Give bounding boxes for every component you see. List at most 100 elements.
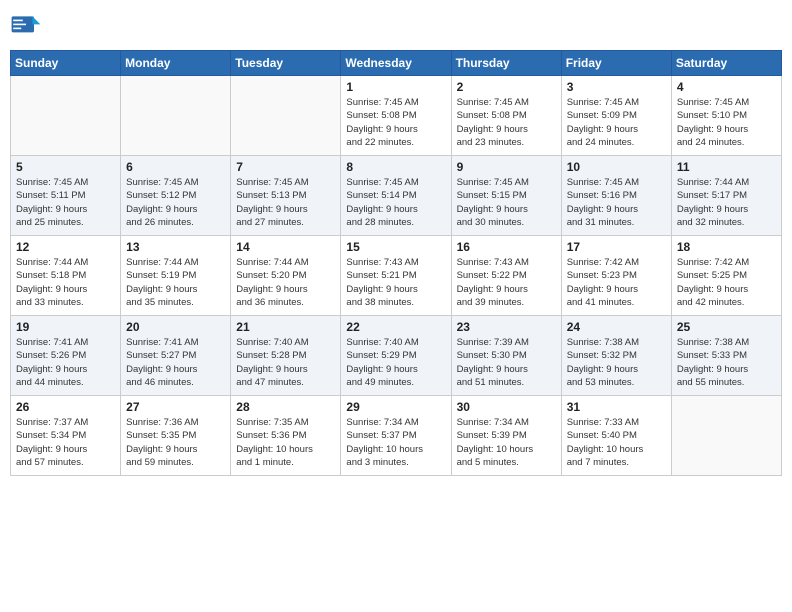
day-number: 12 (16, 240, 115, 254)
day-info: Sunrise: 7:44 AM Sunset: 5:17 PM Dayligh… (677, 176, 776, 229)
calendar-cell: 13 Sunrise: 7:44 AM Sunset: 5:19 PM Dayli… (121, 236, 231, 316)
day-number: 22 (346, 320, 445, 334)
day-info: Sunrise: 7:37 AM Sunset: 5:34 PM Dayligh… (16, 416, 115, 469)
weekday-header-thursday: Thursday (451, 51, 561, 76)
calendar-cell: 6 Sunrise: 7:45 AM Sunset: 5:12 PM Daylig… (121, 156, 231, 236)
header (10, 10, 782, 42)
day-number: 29 (346, 400, 445, 414)
day-info: Sunrise: 7:45 AM Sunset: 5:10 PM Dayligh… (677, 96, 776, 149)
calendar-cell: 5 Sunrise: 7:45 AM Sunset: 5:11 PM Daylig… (11, 156, 121, 236)
day-info: Sunrise: 7:41 AM Sunset: 5:26 PM Dayligh… (16, 336, 115, 389)
day-info: Sunrise: 7:36 AM Sunset: 5:35 PM Dayligh… (126, 416, 225, 469)
calendar-cell: 14 Sunrise: 7:44 AM Sunset: 5:20 PM Dayli… (231, 236, 341, 316)
day-number: 3 (567, 80, 666, 94)
day-number: 31 (567, 400, 666, 414)
day-number: 5 (16, 160, 115, 174)
day-number: 6 (126, 160, 225, 174)
week-row-5: 26 Sunrise: 7:37 AM Sunset: 5:34 PM Dayli… (11, 396, 782, 476)
calendar-cell: 30 Sunrise: 7:34 AM Sunset: 5:39 PM Dayli… (451, 396, 561, 476)
day-number: 19 (16, 320, 115, 334)
calendar-cell: 8 Sunrise: 7:45 AM Sunset: 5:14 PM Daylig… (341, 156, 451, 236)
day-number: 11 (677, 160, 776, 174)
weekday-header-row: SundayMondayTuesdayWednesdayThursdayFrid… (11, 51, 782, 76)
calendar-cell: 10 Sunrise: 7:45 AM Sunset: 5:16 PM Dayli… (561, 156, 671, 236)
day-info: Sunrise: 7:33 AM Sunset: 5:40 PM Dayligh… (567, 416, 666, 469)
day-info: Sunrise: 7:34 AM Sunset: 5:37 PM Dayligh… (346, 416, 445, 469)
calendar-cell: 11 Sunrise: 7:44 AM Sunset: 5:17 PM Dayli… (671, 156, 781, 236)
week-row-1: 1 Sunrise: 7:45 AM Sunset: 5:08 PM Daylig… (11, 76, 782, 156)
calendar-cell: 3 Sunrise: 7:45 AM Sunset: 5:09 PM Daylig… (561, 76, 671, 156)
day-info: Sunrise: 7:45 AM Sunset: 5:09 PM Dayligh… (567, 96, 666, 149)
page: SundayMondayTuesdayWednesdayThursdayFrid… (0, 0, 792, 612)
weekday-header-tuesday: Tuesday (231, 51, 341, 76)
weekday-header-friday: Friday (561, 51, 671, 76)
calendar-cell: 28 Sunrise: 7:35 AM Sunset: 5:36 PM Dayli… (231, 396, 341, 476)
day-info: Sunrise: 7:45 AM Sunset: 5:11 PM Dayligh… (16, 176, 115, 229)
calendar-cell: 21 Sunrise: 7:40 AM Sunset: 5:28 PM Dayli… (231, 316, 341, 396)
day-number: 16 (457, 240, 556, 254)
calendar-cell: 31 Sunrise: 7:33 AM Sunset: 5:40 PM Dayli… (561, 396, 671, 476)
day-info: Sunrise: 7:45 AM Sunset: 5:14 PM Dayligh… (346, 176, 445, 229)
calendar-cell (121, 76, 231, 156)
day-number: 10 (567, 160, 666, 174)
day-number: 21 (236, 320, 335, 334)
calendar-cell: 18 Sunrise: 7:42 AM Sunset: 5:25 PM Dayli… (671, 236, 781, 316)
day-number: 30 (457, 400, 556, 414)
day-info: Sunrise: 7:44 AM Sunset: 5:19 PM Dayligh… (126, 256, 225, 309)
day-info: Sunrise: 7:45 AM Sunset: 5:16 PM Dayligh… (567, 176, 666, 229)
calendar-cell: 27 Sunrise: 7:36 AM Sunset: 5:35 PM Dayli… (121, 396, 231, 476)
day-info: Sunrise: 7:34 AM Sunset: 5:39 PM Dayligh… (457, 416, 556, 469)
calendar-cell: 16 Sunrise: 7:43 AM Sunset: 5:22 PM Dayli… (451, 236, 561, 316)
weekday-header-wednesday: Wednesday (341, 51, 451, 76)
calendar-cell: 19 Sunrise: 7:41 AM Sunset: 5:26 PM Dayli… (11, 316, 121, 396)
day-info: Sunrise: 7:45 AM Sunset: 5:08 PM Dayligh… (457, 96, 556, 149)
day-info: Sunrise: 7:42 AM Sunset: 5:25 PM Dayligh… (677, 256, 776, 309)
day-number: 20 (126, 320, 225, 334)
calendar-cell (231, 76, 341, 156)
calendar-cell: 2 Sunrise: 7:45 AM Sunset: 5:08 PM Daylig… (451, 76, 561, 156)
day-info: Sunrise: 7:44 AM Sunset: 5:20 PM Dayligh… (236, 256, 335, 309)
calendar-cell: 4Sunrise: 7:45 AM Sunset: 5:10 PM Daylig… (671, 76, 781, 156)
day-number: 23 (457, 320, 556, 334)
day-info: Sunrise: 7:41 AM Sunset: 5:27 PM Dayligh… (126, 336, 225, 389)
calendar-cell: 20 Sunrise: 7:41 AM Sunset: 5:27 PM Dayli… (121, 316, 231, 396)
day-info: Sunrise: 7:40 AM Sunset: 5:28 PM Dayligh… (236, 336, 335, 389)
calendar-header: SundayMondayTuesdayWednesdayThursdayFrid… (11, 51, 782, 76)
weekday-header-monday: Monday (121, 51, 231, 76)
day-info: Sunrise: 7:45 AM Sunset: 5:08 PM Dayligh… (346, 96, 445, 149)
day-number: 25 (677, 320, 776, 334)
weekday-header-sunday: Sunday (11, 51, 121, 76)
calendar-cell: 24Sunrise: 7:38 AM Sunset: 5:32 PM Dayli… (561, 316, 671, 396)
day-number: 7 (236, 160, 335, 174)
day-number: 2 (457, 80, 556, 94)
day-number: 26 (16, 400, 115, 414)
day-number: 28 (236, 400, 335, 414)
day-number: 14 (236, 240, 335, 254)
day-info: Sunrise: 7:42 AM Sunset: 5:23 PM Dayligh… (567, 256, 666, 309)
day-info: Sunrise: 7:43 AM Sunset: 5:21 PM Dayligh… (346, 256, 445, 309)
calendar-cell: 9Sunrise: 7:45 AM Sunset: 5:15 PM Daylig… (451, 156, 561, 236)
day-number: 27 (126, 400, 225, 414)
calendar-table: SundayMondayTuesdayWednesdayThursdayFrid… (10, 50, 782, 476)
day-number: 1 (346, 80, 445, 94)
day-info: Sunrise: 7:35 AM Sunset: 5:36 PM Dayligh… (236, 416, 335, 469)
day-number: 18 (677, 240, 776, 254)
day-number: 17 (567, 240, 666, 254)
day-number: 13 (126, 240, 225, 254)
calendar-cell: 25Sunrise: 7:38 AM Sunset: 5:33 PM Dayli… (671, 316, 781, 396)
day-info: Sunrise: 7:45 AM Sunset: 5:13 PM Dayligh… (236, 176, 335, 229)
week-row-3: 12Sunrise: 7:44 AM Sunset: 5:18 PM Dayli… (11, 236, 782, 316)
calendar-cell: 12Sunrise: 7:44 AM Sunset: 5:18 PM Dayli… (11, 236, 121, 316)
day-info: Sunrise: 7:43 AM Sunset: 5:22 PM Dayligh… (457, 256, 556, 309)
logo-icon (10, 10, 42, 42)
calendar-cell: 7 Sunrise: 7:45 AM Sunset: 5:13 PM Daylig… (231, 156, 341, 236)
week-row-4: 19 Sunrise: 7:41 AM Sunset: 5:26 PM Dayli… (11, 316, 782, 396)
day-info: Sunrise: 7:45 AM Sunset: 5:12 PM Dayligh… (126, 176, 225, 229)
day-number: 8 (346, 160, 445, 174)
calendar-cell: 26 Sunrise: 7:37 AM Sunset: 5:34 PM Dayli… (11, 396, 121, 476)
calendar-cell: 22Sunrise: 7:40 AM Sunset: 5:29 PM Dayli… (341, 316, 451, 396)
day-number: 15 (346, 240, 445, 254)
calendar-cell: 15 Sunrise: 7:43 AM Sunset: 5:21 PM Dayli… (341, 236, 451, 316)
calendar-body: 1 Sunrise: 7:45 AM Sunset: 5:08 PM Daylig… (11, 76, 782, 476)
day-info: Sunrise: 7:45 AM Sunset: 5:15 PM Dayligh… (457, 176, 556, 229)
